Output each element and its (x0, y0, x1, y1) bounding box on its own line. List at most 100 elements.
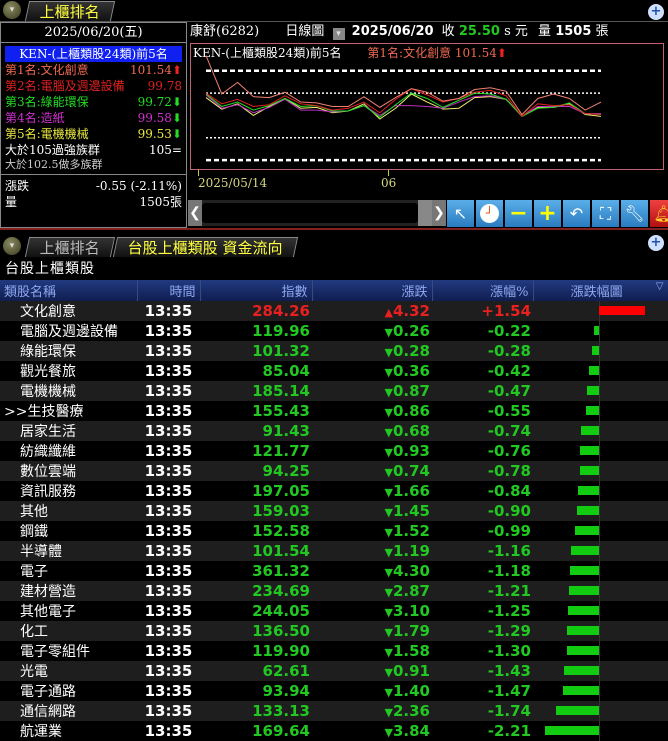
rank-item[interactable]: 第5名:電機機械 99.53⬇ (1, 126, 186, 142)
period-dropdown-icon[interactable]: ▾ (332, 28, 345, 40)
col-header-index[interactable]: 指數 (200, 280, 313, 301)
scroll-track[interactable] (202, 203, 418, 223)
close-label: 收 (441, 24, 455, 39)
close-suffix: s 元 (504, 24, 528, 39)
arrow-down-icon: ⬇ (171, 127, 182, 141)
col-header-pct[interactable]: 漲幅% (432, 280, 534, 301)
table-row[interactable]: 其他 13:35 159.03 ▼1.45 -0.90 (0, 501, 668, 521)
table-row[interactable]: 電子零組件 13:35 119.90 ▼1.58 -1.30 (0, 641, 668, 661)
table-row[interactable]: 電子通路 13:35 93.94 ▼1.40 -1.47 (0, 681, 668, 701)
menu-dropdown-button[interactable]: ▾ (3, 237, 21, 255)
change-value: 0.86 (392, 402, 430, 420)
time-cell: 13:35 (137, 341, 200, 361)
rank-item[interactable]: 第3名:綠能環保 99.72⬇ (1, 94, 186, 110)
sector-name: 電腦及週邊設備 (0, 321, 137, 341)
change-cell: ▼0.93 (312, 441, 432, 461)
sector-name: 化工 (0, 621, 137, 641)
time-cell: 13:35 (137, 461, 200, 481)
table-row[interactable]: 居家生活 13:35 91.43 ▼0.68 -0.74 (0, 421, 668, 441)
down-tick-icon: ▼ (384, 446, 393, 459)
sector-name: 紡織纖維 (0, 441, 137, 461)
scroll-thumb[interactable] (418, 200, 432, 226)
fit-screen-icon[interactable]: ⛶ (592, 200, 619, 227)
table-row[interactable]: 鋼鐵 13:35 152.58 ▼1.52 -0.99 (0, 521, 668, 541)
bar-cell (533, 681, 668, 701)
pct-cell: -1.16 (432, 541, 533, 561)
rank-label: 第5名:電機機械 (5, 127, 89, 141)
rank-item[interactable]: 第1名:文化創意 101.54⬆ (1, 62, 186, 78)
tab-otc-ranking[interactable]: 上櫃排名 (24, 237, 116, 257)
bell-icon[interactable]: 🔔︎ (650, 200, 668, 227)
clock-icon[interactable]: ┘ (476, 200, 503, 227)
bar-cell (533, 521, 668, 541)
chart-plot (205, 55, 602, 162)
rank-label: 第2名:電腦及週邊設備 (5, 79, 125, 93)
table-row[interactable]: 建材營造 13:35 234.69 ▼2.87 -1.21 (0, 581, 668, 601)
rank-item[interactable]: 第2名:電腦及週邊設備 99.78 (1, 78, 186, 94)
change-cell: ▼3.10 (312, 601, 432, 621)
bar-cell (533, 601, 668, 621)
table-row[interactable]: 綠能環保 13:35 101.32 ▼0.28 -0.28 (0, 341, 668, 361)
col-header-chart[interactable]: 漲跌幅圖 ▽ (533, 280, 668, 301)
change-cell: ▲4.32 (312, 301, 432, 321)
close-price: 25.50 (458, 24, 500, 39)
pointer-arrow-icon[interactable]: ↖ (447, 200, 474, 227)
change-cell: ▼1.19 (312, 541, 432, 561)
pct-cell: -0.74 (432, 421, 533, 441)
index-cell: 133.13 (200, 701, 312, 721)
bar-cell (533, 621, 668, 641)
time-cell: 13:35 (137, 641, 200, 661)
down-tick-icon: ▼ (384, 566, 393, 579)
change-value: 1.66 (392, 482, 430, 500)
table-row[interactable]: 文化創意 13:35 284.26 ▲4.32 +1.54 (0, 301, 668, 321)
table-row[interactable]: >>生技醫療 13:35 155.43 ▼0.86 -0.55 (0, 401, 668, 421)
undo-icon[interactable]: ↶ (563, 200, 590, 227)
table-row[interactable]: 半導體 13:35 101.54 ▼1.19 -1.16 (0, 541, 668, 561)
time-cell: 13:35 (137, 421, 200, 441)
change-bar (570, 546, 599, 555)
volume-row: 量 1505張 (1, 194, 186, 210)
table-row[interactable]: 紡織纖維 13:35 121.77 ▼0.93 -0.76 (0, 441, 668, 461)
table-row[interactable]: 觀光餐旅 13:35 85.04 ▼0.36 -0.42 (0, 361, 668, 381)
col-header-change[interactable]: 漲跌 (312, 280, 433, 301)
table-row[interactable]: 電機機械 13:35 185.14 ▼0.87 -0.47 (0, 381, 668, 401)
pct-cell: -0.99 (432, 521, 533, 541)
table-row[interactable]: 數位雲端 13:35 94.25 ▼0.74 -0.78 (0, 461, 668, 481)
change-value: 0.91 (392, 662, 430, 680)
table-row[interactable]: 其他電子 13:35 244.05 ▼3.10 -1.25 (0, 601, 668, 621)
tab-otc-sector-flow[interactable]: 台股上櫃類股 資金流向 (112, 237, 298, 257)
table-row[interactable]: 電子 13:35 361.32 ▼4.30 -1.18 (0, 561, 668, 581)
table-header: 類股名稱 時間 指數 漲跌 漲幅% 漲跌幅圖 ▽ (0, 280, 668, 301)
table-row[interactable]: 通信網路 13:35 133.13 ▼2.36 -1.74 (0, 701, 668, 721)
change-value: 1.45 (392, 502, 430, 520)
table-row[interactable]: 電腦及週邊設備 13:35 119.96 ▼0.26 -0.22 (0, 321, 668, 341)
col-header-time[interactable]: 時間 (137, 280, 201, 301)
col-header-name[interactable]: 類股名稱 (0, 280, 138, 301)
wrench-icon[interactable]: 🔧︎ (621, 200, 648, 227)
rank-chart[interactable]: KEN-(上櫃類股24類)前5名 第1名:文化創意 101.54⬆ (190, 43, 664, 170)
rank-item[interactable]: 第4名:造紙 99.58⬇ (1, 110, 186, 126)
bottom-tab-bar: ▾ 上櫃排名 台股上櫃類股 資金流向 (0, 231, 668, 257)
pct-cell: -2.21 (432, 721, 533, 741)
scroll-left-button[interactable]: ❮ (188, 200, 202, 226)
sector-name: 光電 (0, 661, 137, 681)
change-value: 2.36 (392, 702, 430, 720)
zoom-in-plus-icon[interactable]: + (534, 200, 561, 227)
stock-name: 康舒(6282) (190, 24, 260, 39)
table-row[interactable]: 光電 13:35 62.61 ▼0.91 -1.43 (0, 661, 668, 681)
table-row[interactable]: 航運業 13:35 169.64 ▼3.84 -2.21 (0, 721, 668, 741)
table-row[interactable]: 化工 13:35 136.50 ▼1.79 -1.29 (0, 621, 668, 641)
sector-name: 電機機械 (0, 381, 137, 401)
zoom-in-icon[interactable]: + (648, 235, 664, 251)
scroll-right-button[interactable]: ❯ (432, 200, 446, 226)
table-row[interactable]: 資訊服務 13:35 197.05 ▼1.66 -0.84 (0, 481, 668, 501)
tab-otc-ranking[interactable]: 上櫃排名 (24, 1, 116, 21)
pct-cell: -0.78 (432, 461, 533, 481)
change-cell: ▼1.45 (312, 501, 432, 521)
menu-dropdown-button[interactable]: ▾ (3, 1, 21, 19)
chart-scrollbar[interactable]: ❮ ❯ (188, 200, 446, 226)
zoom-in-icon[interactable]: + (648, 4, 664, 20)
zoom-out-icon[interactable]: − (505, 200, 532, 227)
tab-label: 上櫃排名 (39, 239, 100, 257)
sort-icon[interactable]: ▽ (656, 281, 664, 292)
